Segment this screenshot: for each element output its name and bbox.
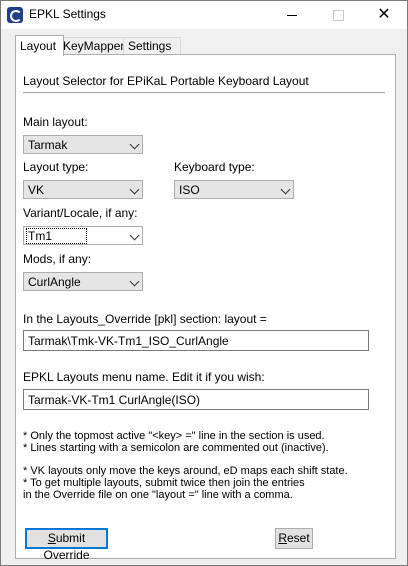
settings-window: EPKL Settings ✕ Layout KeyMapper Setting… xyxy=(0,0,408,566)
tab-keymapper[interactable]: KeyMapper xyxy=(58,37,131,55)
keyboard-type-value: ISO xyxy=(179,183,200,197)
variant-dropdown[interactable]: Tm1 xyxy=(23,226,143,245)
menu-name-label: EPKL Layouts menu name. Edit it if you w… xyxy=(23,370,265,384)
layout-type-value: VK xyxy=(28,183,45,197)
app-icon xyxy=(7,7,23,23)
layout-type-label: Layout type: xyxy=(23,160,89,174)
chevron-down-icon xyxy=(129,276,140,287)
mods-label: Mods, if any: xyxy=(23,252,92,266)
variant-label: Variant/Locale, if any: xyxy=(23,206,138,220)
menu-name-value: Tarmak-VK-Tm1 CurlAngle(ISO) xyxy=(28,393,201,407)
window-title: EPKL Settings xyxy=(29,7,106,21)
minimize-button[interactable] xyxy=(269,1,315,29)
minimize-icon xyxy=(287,15,297,16)
submit-override-label: Submit Override xyxy=(43,531,90,562)
maximize-button[interactable] xyxy=(315,1,361,29)
note-line: * VK layouts only move the keys around, … xyxy=(23,465,348,477)
close-icon: ✕ xyxy=(377,6,391,23)
chevron-down-icon xyxy=(129,139,140,150)
variant-value: Tm1 xyxy=(26,228,87,244)
reset-label: Reset xyxy=(278,531,310,545)
maximize-icon xyxy=(333,10,344,21)
submit-override-button[interactable]: Submit Override xyxy=(25,528,108,562)
heading-divider xyxy=(23,92,385,93)
panel-heading: Layout Selector for EPiKaL Portable Keyb… xyxy=(23,74,309,88)
chevron-down-icon xyxy=(129,230,140,241)
title-bar[interactable]: EPKL Settings ✕ xyxy=(1,1,407,29)
note-line: * To get multiple layouts, submit twice … xyxy=(23,477,305,489)
main-layout-dropdown[interactable]: Tarmak xyxy=(23,135,143,154)
note-line: * Lines starting with a semicolon are co… xyxy=(23,442,329,454)
keyboard-type-label: Keyboard type: xyxy=(174,160,255,174)
menu-name-field[interactable]: Tarmak-VK-Tm1 CurlAngle(ISO) xyxy=(23,389,369,410)
close-button[interactable]: ✕ xyxy=(361,1,407,29)
chevron-down-icon xyxy=(280,184,291,195)
override-layout-field[interactable]: Tarmak\Tmk-VK-Tm1_ISO_CurlAngle xyxy=(23,330,369,351)
main-layout-label: Main layout: xyxy=(23,115,88,129)
note-line: * Only the topmost active "<key> =" line… xyxy=(23,430,325,442)
tab-settings[interactable]: Settings xyxy=(123,37,181,55)
mods-dropdown[interactable]: CurlAngle xyxy=(23,272,143,291)
reset-button[interactable]: Reset xyxy=(275,528,313,549)
tab-layout[interactable]: Layout xyxy=(15,35,64,56)
keyboard-type-dropdown[interactable]: ISO xyxy=(174,180,294,199)
mods-value: CurlAngle xyxy=(28,275,81,289)
override-label: In the Layouts_Override [pkl] section: l… xyxy=(23,312,267,326)
chevron-down-icon xyxy=(129,184,140,195)
main-layout-value: Tarmak xyxy=(28,138,68,152)
override-layout-value: Tarmak\Tmk-VK-Tm1_ISO_CurlAngle xyxy=(28,334,229,348)
note-line: in the Override file on one "layout =" l… xyxy=(23,489,293,501)
layout-type-dropdown[interactable]: VK xyxy=(23,180,143,199)
